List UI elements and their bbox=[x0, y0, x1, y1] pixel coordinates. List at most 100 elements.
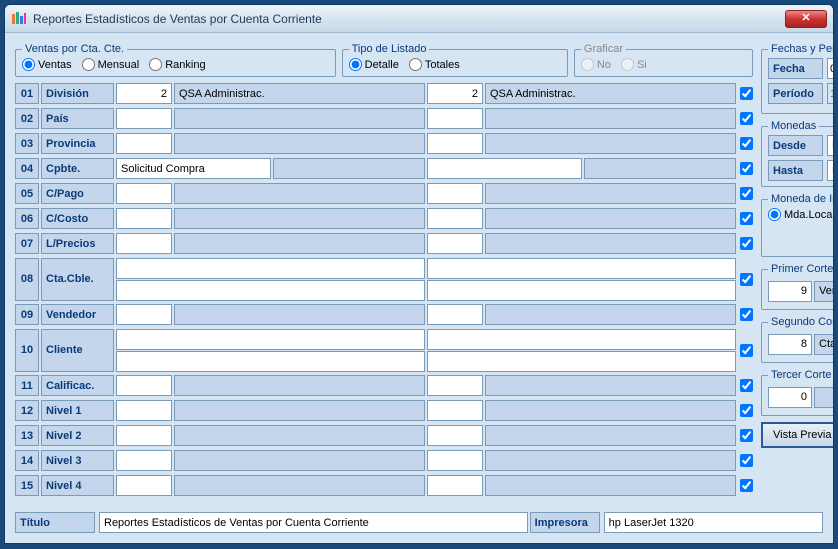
ccosto-from-text[interactable] bbox=[174, 208, 425, 229]
radio-ranking[interactable]: Ranking bbox=[149, 58, 205, 71]
cpago-to-code[interactable] bbox=[427, 183, 483, 204]
titulo-label: Título bbox=[15, 512, 95, 533]
ctacble-to-b[interactable] bbox=[427, 280, 736, 301]
nivel4-from-code[interactable] bbox=[116, 475, 172, 496]
lprecios-from-text[interactable] bbox=[174, 233, 425, 254]
primer-corte-val[interactable] bbox=[768, 281, 812, 302]
vendedor-to-code[interactable] bbox=[427, 304, 483, 325]
lprecios-to-code[interactable] bbox=[427, 233, 483, 254]
cpago-to-text[interactable] bbox=[485, 183, 736, 204]
lprecios-check[interactable] bbox=[740, 237, 753, 250]
calificac-from-text[interactable] bbox=[174, 375, 425, 396]
nivel4-to-text[interactable] bbox=[485, 475, 736, 496]
nivel1-from-code[interactable] bbox=[116, 400, 172, 421]
division-from-code[interactable] bbox=[116, 83, 172, 104]
vendedor-from-text[interactable] bbox=[174, 304, 425, 325]
tercer-corte-text[interactable] bbox=[814, 387, 834, 408]
pais-from-code[interactable] bbox=[116, 108, 172, 129]
vendedor-to-text[interactable] bbox=[485, 304, 736, 325]
cpago-from-code[interactable] bbox=[116, 183, 172, 204]
tercer-corte-val[interactable] bbox=[768, 387, 812, 408]
nivel3-to-text[interactable] bbox=[485, 450, 736, 471]
right-column: Fechas y Períodos Fecha ▼ ▼ Período Mone… bbox=[761, 43, 834, 498]
provincia-from-code[interactable] bbox=[116, 133, 172, 154]
division-to-text[interactable] bbox=[485, 83, 736, 104]
ccosto-from-code[interactable] bbox=[116, 208, 172, 229]
calificac-to-code[interactable] bbox=[427, 375, 483, 396]
provincia-to-code[interactable] bbox=[427, 133, 483, 154]
lprecios-from-code[interactable] bbox=[116, 233, 172, 254]
radio-detalle[interactable]: Detalle bbox=[349, 58, 399, 71]
radio-ventas[interactable]: Ventas bbox=[22, 58, 72, 71]
segundo-corte-text[interactable] bbox=[814, 334, 834, 355]
vendedor-check[interactable] bbox=[740, 308, 753, 321]
cpbte-to-b[interactable] bbox=[584, 158, 736, 179]
pais-from-text[interactable] bbox=[174, 108, 425, 129]
provincia-to-text[interactable] bbox=[485, 133, 736, 154]
ccosto-to-code[interactable] bbox=[427, 208, 483, 229]
cpbte-to[interactable] bbox=[427, 158, 582, 179]
nivel3-check[interactable] bbox=[740, 454, 753, 467]
division-check[interactable] bbox=[740, 87, 753, 100]
nivel1-to-text[interactable] bbox=[485, 400, 736, 421]
nivel3-from-text[interactable] bbox=[174, 450, 425, 471]
cliente-from-a[interactable] bbox=[116, 329, 425, 350]
cliente-check[interactable] bbox=[740, 344, 753, 357]
titulo-field[interactable] bbox=[99, 512, 528, 533]
cliente-to-b[interactable] bbox=[427, 351, 736, 372]
impresora-label: Impresora bbox=[530, 512, 600, 533]
radio-totales[interactable]: Totales bbox=[409, 58, 460, 71]
ccosto-to-text[interactable] bbox=[485, 208, 736, 229]
cpago-check[interactable] bbox=[740, 187, 753, 200]
moneda-desde[interactable] bbox=[827, 135, 834, 156]
division-to-code[interactable] bbox=[427, 83, 483, 104]
nivel2-from-code[interactable] bbox=[116, 425, 172, 446]
cpago-from-text[interactable] bbox=[174, 183, 425, 204]
row-num: 14 bbox=[15, 450, 39, 471]
nivel1-from-text[interactable] bbox=[174, 400, 425, 421]
nivel2-from-text[interactable] bbox=[174, 425, 425, 446]
nivel2-to-code[interactable] bbox=[427, 425, 483, 446]
pais-check[interactable] bbox=[740, 112, 753, 125]
nivel4-from-text[interactable] bbox=[174, 475, 425, 496]
nivel2-to-text[interactable] bbox=[485, 425, 736, 446]
nivel1-to-code[interactable] bbox=[427, 400, 483, 421]
ctacble-to-a[interactable] bbox=[427, 258, 736, 279]
moneda-hasta[interactable] bbox=[827, 160, 834, 181]
calificac-from-code[interactable] bbox=[116, 375, 172, 396]
segundo-corte-val[interactable] bbox=[768, 334, 812, 355]
cliente-to-a[interactable] bbox=[427, 329, 736, 350]
nivel3-to-code[interactable] bbox=[427, 450, 483, 471]
radio-mdalocal[interactable]: Mda.Local bbox=[768, 208, 834, 221]
impresora-field[interactable] bbox=[604, 512, 823, 533]
pais-to-text[interactable] bbox=[485, 108, 736, 129]
cpbte-check[interactable] bbox=[740, 162, 753, 175]
ctacble-from-b[interactable] bbox=[116, 280, 425, 301]
calificac-to-text[interactable] bbox=[485, 375, 736, 396]
nivel3-from-code[interactable] bbox=[116, 450, 172, 471]
radio-mensual[interactable]: Mensual bbox=[82, 58, 140, 71]
nivel1-check[interactable] bbox=[740, 404, 753, 417]
close-button[interactable]: ✕ bbox=[785, 10, 827, 28]
ccosto-check[interactable] bbox=[740, 212, 753, 225]
nivel4-check[interactable] bbox=[740, 479, 753, 492]
provincia-check[interactable] bbox=[740, 137, 753, 150]
calificac-check[interactable] bbox=[740, 379, 753, 392]
pais-to-code[interactable] bbox=[427, 108, 483, 129]
provincia-from-text[interactable] bbox=[174, 133, 425, 154]
primer-corte-text[interactable] bbox=[814, 281, 834, 302]
ctacble-check[interactable] bbox=[740, 273, 753, 286]
cpbte-from-b[interactable] bbox=[273, 158, 425, 179]
periodo-field bbox=[827, 83, 834, 104]
cpbte-from[interactable] bbox=[116, 158, 271, 179]
division-from-text[interactable] bbox=[174, 83, 425, 104]
fecha-from[interactable] bbox=[827, 58, 834, 79]
ctacble-from-a[interactable] bbox=[116, 258, 425, 279]
row-label: Cliente bbox=[41, 329, 114, 372]
lprecios-to-text[interactable] bbox=[485, 233, 736, 254]
nivel2-check[interactable] bbox=[740, 429, 753, 442]
nivel4-to-code[interactable] bbox=[427, 475, 483, 496]
vista-previa-button[interactable]: Vista Previa bbox=[761, 422, 834, 448]
vendedor-from-code[interactable] bbox=[116, 304, 172, 325]
cliente-from-b[interactable] bbox=[116, 351, 425, 372]
